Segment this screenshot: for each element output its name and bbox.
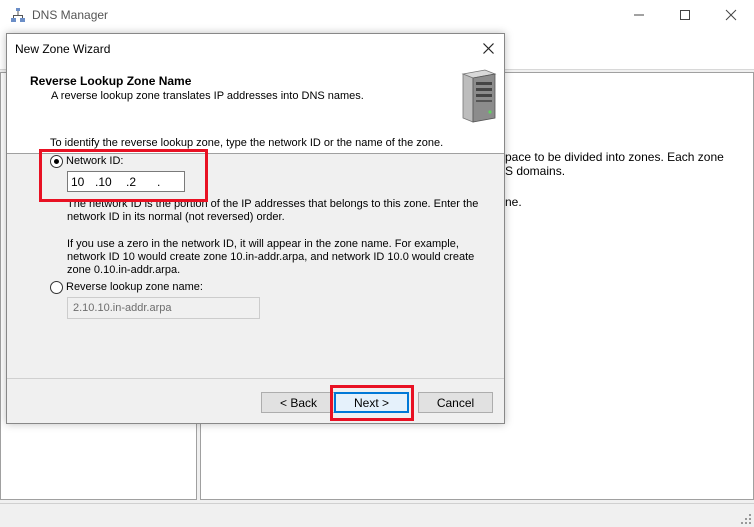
minimize-icon <box>634 14 644 16</box>
cancel-button[interactable]: Cancel <box>418 392 493 413</box>
window-titlebar: DNS Manager <box>0 0 754 30</box>
wizard-page-title: Reverse Lookup Zone Name <box>30 74 192 88</box>
zero-help-line: network ID 10 would create zone 10.in-ad… <box>67 251 475 263</box>
wizard-page-subtitle: A reverse lookup zone translates IP addr… <box>51 90 364 102</box>
maximize-icon <box>680 10 690 20</box>
maximize-button[interactable] <box>662 0 708 30</box>
resize-grip-icon[interactable] <box>740 513 752 525</box>
close-icon <box>482 42 494 54</box>
status-bar <box>0 503 754 527</box>
button-row-divider <box>7 378 504 379</box>
zone-name-label: Reverse lookup zone name: <box>66 281 203 293</box>
window-title: DNS Manager <box>32 8 109 22</box>
close-window-button[interactable] <box>708 0 754 30</box>
zero-help-line: zone 0.10.in-addr.arpa. <box>67 264 181 276</box>
close-icon <box>725 9 737 21</box>
details-text-line: ne. <box>505 195 522 209</box>
network-id-highlight <box>39 149 208 202</box>
details-text-line: S domains. <box>505 164 566 178</box>
dialog-titlebar: New Zone Wizard <box>7 34 504 62</box>
back-button[interactable]: < Back <box>261 392 336 413</box>
new-zone-wizard-dialog: New Zone Wizard Reverse Lookup Zone Name… <box>6 33 505 424</box>
dialog-title: New Zone Wizard <box>15 42 111 56</box>
minimize-button[interactable] <box>616 0 662 30</box>
zone-name-input[interactable]: 2.10.10.in-addr.arpa <box>67 297 260 319</box>
dialog-close-button[interactable] <box>472 34 504 62</box>
network-id-help-line: network ID in its normal (not reversed) … <box>67 211 285 223</box>
dns-manager-app-icon <box>10 7 26 23</box>
details-text-line: pace to be divided into zones. Each zone <box>505 150 724 164</box>
next-button-highlight <box>330 385 414 421</box>
server-icon <box>461 69 497 123</box>
zone-name-radio[interactable] <box>50 281 63 294</box>
zero-help-line: If you use a zero in the network ID, it … <box>67 238 459 250</box>
